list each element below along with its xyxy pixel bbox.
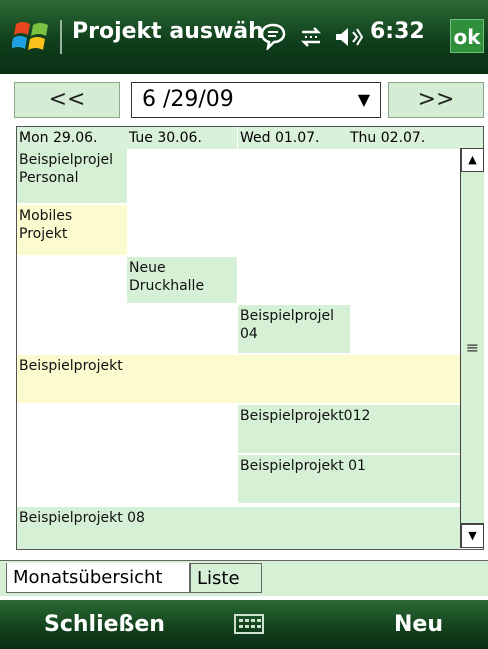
- column-header: Thu 02.07.: [348, 127, 458, 149]
- event-item[interactable]: Beispielprojekt: [17, 355, 460, 403]
- ok-button[interactable]: ok: [450, 19, 484, 53]
- event-subtitle: Druckhalle: [129, 278, 205, 294]
- connectivity-icon[interactable]: [298, 24, 324, 50]
- column-header-spacer: [458, 127, 483, 149]
- event-title: Beispielprojekt: [19, 358, 123, 374]
- title-bar: Projekt auswäh 6:32 ok: [0, 0, 488, 74]
- event-item[interactable]: Beispielprojel 04: [238, 305, 350, 353]
- close-softkey[interactable]: Schließen: [44, 612, 165, 637]
- event-title: Beispielprojel: [19, 152, 113, 168]
- event-item[interactable]: Neue Druckhalle: [127, 257, 237, 303]
- calendar-grid: Mon 29.06. Tue 30.06. Wed 01.07. Thu 02.…: [16, 126, 484, 550]
- event-subtitle: 04: [240, 326, 258, 342]
- new-softkey[interactable]: Neu: [394, 612, 443, 637]
- event-item[interactable]: Beispielprojekt012: [238, 405, 460, 453]
- event-item[interactable]: Mobiles Projekt: [17, 205, 127, 255]
- grip-icon: ≡: [465, 338, 480, 357]
- previous-button[interactable]: <<: [14, 82, 120, 118]
- event-title: Beispielprojekt 01: [240, 458, 366, 474]
- window-title: Projekt auswäh: [72, 19, 264, 44]
- date-value: 6 /29/09: [142, 87, 234, 112]
- tab-liste[interactable]: Liste: [190, 563, 262, 593]
- soft-key-bar: Schließen Neu: [0, 600, 488, 649]
- event-title: Beispielprojel: [240, 308, 334, 324]
- event-title: Beispielprojekt012: [240, 408, 371, 424]
- event-title: Neue: [129, 260, 166, 276]
- scroll-up-icon[interactable]: ▲: [461, 148, 484, 172]
- date-picker[interactable]: 6 /29/09 ▼: [131, 82, 381, 118]
- event-item[interactable]: Beispielprojekt 01: [238, 455, 460, 503]
- event-title: Beispielprojekt 08: [19, 510, 145, 526]
- date-navigation: << 6 /29/09 ▼ >>: [0, 74, 488, 124]
- column-header: Tue 30.06.: [127, 127, 237, 149]
- next-button[interactable]: >>: [388, 82, 484, 118]
- tab-monatsuebersicht[interactable]: Monatsübersicht: [6, 563, 190, 593]
- event-subtitle: Personal: [19, 170, 79, 186]
- windows-start-icon[interactable]: [12, 18, 52, 56]
- chevron-down-icon[interactable]: ▼: [358, 83, 370, 117]
- scroll-down-icon[interactable]: ▼: [461, 524, 484, 548]
- message-icon[interactable]: [259, 22, 287, 50]
- view-tabs: Monatsübersicht Liste: [0, 560, 488, 596]
- vertical-scrollbar[interactable]: ▲ ≡ ▼: [460, 148, 484, 548]
- event-subtitle: Projekt: [19, 226, 68, 242]
- title-separator: [60, 20, 62, 54]
- event-item[interactable]: Beispielprojekt 08: [17, 507, 460, 549]
- clock: 6:32: [370, 19, 425, 44]
- volume-icon[interactable]: [333, 24, 363, 50]
- column-header: Wed 01.07.: [238, 127, 348, 149]
- keyboard-icon[interactable]: [234, 614, 264, 634]
- column-header: Mon 29.06.: [17, 127, 127, 149]
- scroll-thumb[interactable]: ≡: [461, 172, 484, 524]
- event-title: Mobiles: [19, 208, 73, 224]
- event-item[interactable]: Beispielprojel Personal: [17, 149, 127, 203]
